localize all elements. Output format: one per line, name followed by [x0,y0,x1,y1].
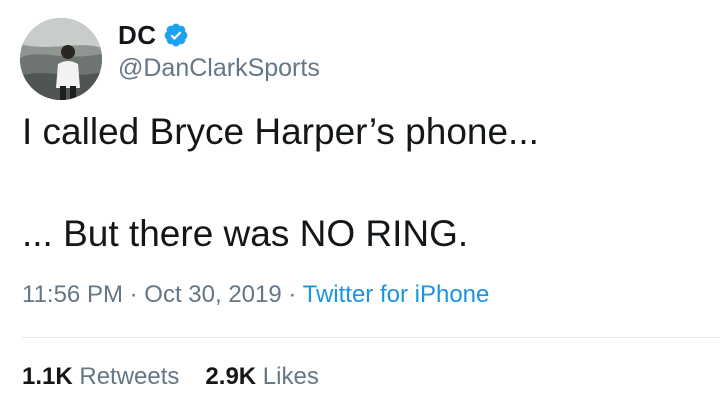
divider [22,337,720,338]
tweet-source-link[interactable]: Twitter for iPhone [303,281,490,308]
likes-label: Likes [262,363,319,390]
meta-separator: · [281,281,303,308]
retweets-count: 1.1K [22,363,73,390]
retweets-stat[interactable]: 1.1K Retweets [22,363,179,390]
avatar[interactable] [20,18,102,100]
likes-count: 2.9K [205,363,257,390]
meta-separator: · [122,281,145,308]
likes-stat[interactable]: 2.9K Likes [205,363,318,390]
tweet-date[interactable]: Oct 30, 2019 [144,281,281,308]
verified-badge-icon [163,22,189,48]
user-handle[interactable]: @DanClarkSports [118,53,320,83]
display-name[interactable]: DC [118,18,157,52]
retweets-label: Retweets [79,363,180,390]
tweet-time[interactable]: 11:56 PM [22,281,123,308]
tweet-stats: 1.1K Retweets 2.9K Likes [22,361,319,393]
tweet-text-line-1: I called Bryce Harper’s phone... [22,111,539,152]
user-name-row: DC [118,18,189,52]
tweet-text-line-2: ... But there was NO RING. [22,213,469,254]
avatar-photo [20,18,102,100]
tweet-meta: 11:56 PM · Oct 30, 2019 · Twitter for iP… [22,279,489,311]
